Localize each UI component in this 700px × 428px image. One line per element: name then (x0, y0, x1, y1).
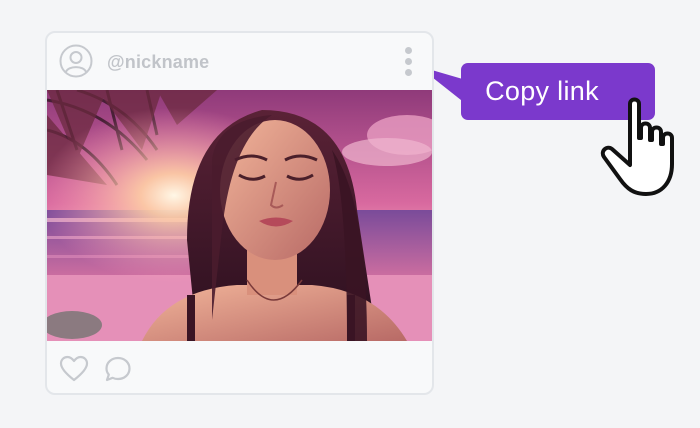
copy-link-button[interactable]: Copy link (461, 63, 655, 120)
post-nickname[interactable]: @nickname (107, 51, 209, 73)
comment-bubble-icon[interactable] (104, 355, 132, 383)
post-card: @nickname (45, 31, 434, 395)
more-vertical-icon[interactable] (400, 45, 416, 79)
post-image (47, 90, 432, 341)
user-circle-icon[interactable] (59, 44, 93, 78)
post-actions (47, 341, 432, 393)
heart-outline-icon[interactable] (59, 355, 89, 383)
post-header: @nickname (47, 33, 432, 90)
